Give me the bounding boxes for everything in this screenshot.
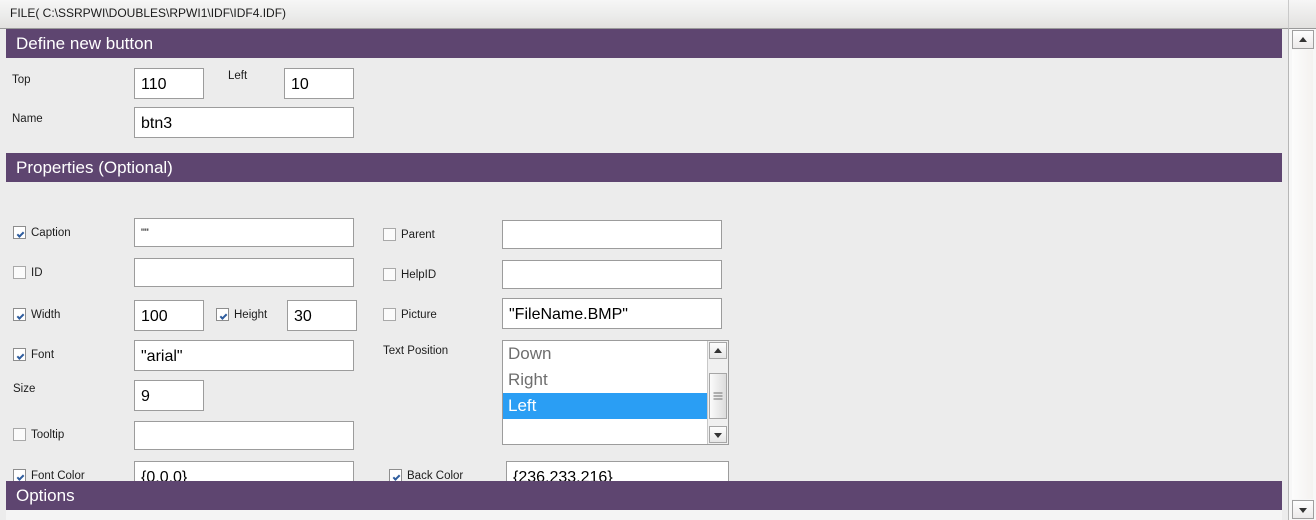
label-text-position: Text Position (383, 345, 449, 357)
input-height[interactable]: 30 (287, 300, 357, 331)
checkbox-font[interactable] (13, 348, 26, 361)
list-item[interactable]: Right (503, 367, 707, 393)
input-tooltip[interactable] (134, 421, 354, 450)
options-panel (6, 510, 1282, 520)
section-title-define: Define new button (16, 33, 154, 53)
window-scrollbar-vertical[interactable] (1288, 29, 1316, 520)
section-title-options: Options (16, 485, 75, 505)
input-id[interactable] (134, 258, 354, 287)
input-left-value: 10 (291, 75, 309, 93)
checkbox-picture[interactable] (383, 308, 396, 321)
checkbox-width[interactable] (13, 308, 26, 321)
listbox-scrollbar[interactable] (707, 341, 728, 444)
properties-panel: Caption "" ID Width 100 Height 30 Font "… (6, 182, 1282, 493)
label-font: Font (31, 349, 55, 361)
chevron-up-icon (714, 347, 722, 353)
section-header-properties: Properties (Optional) (6, 153, 1282, 182)
scroll-up-button[interactable] (709, 342, 727, 359)
input-helpid[interactable] (502, 260, 722, 289)
label-parent: Parent (401, 229, 435, 241)
application-window: FILE( C:\SSRPWI\DOUBLES\RPWI1\IDF\IDF4.I… (0, 0, 1316, 520)
label-size: Size (13, 383, 36, 395)
input-picture-value: "FileName.BMP" (509, 305, 628, 323)
listbox-text-position[interactable]: Down Right Left (502, 340, 729, 445)
checkbox-parent[interactable] (383, 228, 396, 241)
input-name[interactable]: btn3 (134, 107, 354, 138)
checkbox-helpid[interactable] (383, 268, 396, 281)
label-top: Top (12, 74, 31, 86)
input-size-value: 9 (141, 387, 150, 405)
label-tooltip: Tooltip (31, 429, 65, 441)
label-caption: Caption (31, 227, 71, 239)
input-top[interactable]: 110 (134, 68, 204, 99)
input-left[interactable]: 10 (284, 68, 354, 99)
window-scrollbar-track[interactable] (1292, 50, 1313, 499)
input-width[interactable]: 100 (134, 300, 204, 331)
input-picture[interactable]: "FileName.BMP" (502, 298, 722, 329)
checkbox-tooltip[interactable] (13, 428, 26, 441)
checkbox-id[interactable] (13, 266, 26, 279)
list-item[interactable]: Left (503, 393, 707, 419)
chevron-down-icon (714, 432, 722, 438)
label-picture: Picture (401, 309, 437, 321)
file-path-label: FILE( C:\SSRPWI\DOUBLES\RPWI1\IDF\IDF4.I… (10, 6, 287, 20)
define-panel: Top 110 Left 10 Name btn3 (6, 58, 1282, 154)
label-height: Height (234, 309, 268, 321)
label-width: Width (31, 309, 61, 321)
scrollbar-thumb[interactable] (709, 373, 727, 419)
scrollbar-corner (1288, 0, 1316, 29)
form-body: Define new button Top 110 Left 10 Name b… (0, 29, 1288, 520)
label-id: ID (31, 267, 43, 279)
input-size[interactable]: 9 (134, 380, 204, 411)
file-path-bar: FILE( C:\SSRPWI\DOUBLES\RPWI1\IDF\IDF4.I… (0, 0, 1316, 29)
checkbox-height[interactable] (216, 308, 229, 321)
input-font[interactable]: "arial" (134, 340, 354, 371)
list-item[interactable]: Down (503, 341, 707, 367)
label-helpid: HelpID (401, 269, 437, 281)
input-font-value: "arial" (141, 347, 183, 365)
section-header-define-new-button: Define new button (6, 29, 1282, 58)
window-scroll-down-button[interactable] (1292, 500, 1314, 519)
label-left: Left (228, 70, 248, 82)
input-height-value: 30 (294, 307, 312, 325)
section-header-options: Options (6, 481, 1282, 510)
label-name: Name (12, 113, 43, 125)
input-caption[interactable]: "" (134, 218, 354, 247)
input-parent[interactable] (502, 220, 722, 249)
input-caption-value: "" (141, 227, 149, 239)
chevron-down-icon (1299, 507, 1307, 513)
grip-icon (713, 391, 723, 402)
section-title-properties: Properties (Optional) (16, 157, 173, 177)
window-scroll-up-button[interactable] (1292, 30, 1314, 49)
input-name-value: btn3 (141, 114, 173, 132)
scroll-down-button[interactable] (709, 426, 727, 443)
input-width-value: 100 (141, 307, 168, 325)
checkbox-caption[interactable] (13, 226, 26, 239)
listbox-text-position-items: Down Right Left (503, 341, 707, 444)
input-top-value: 110 (141, 75, 167, 93)
chevron-up-icon (1299, 36, 1307, 42)
